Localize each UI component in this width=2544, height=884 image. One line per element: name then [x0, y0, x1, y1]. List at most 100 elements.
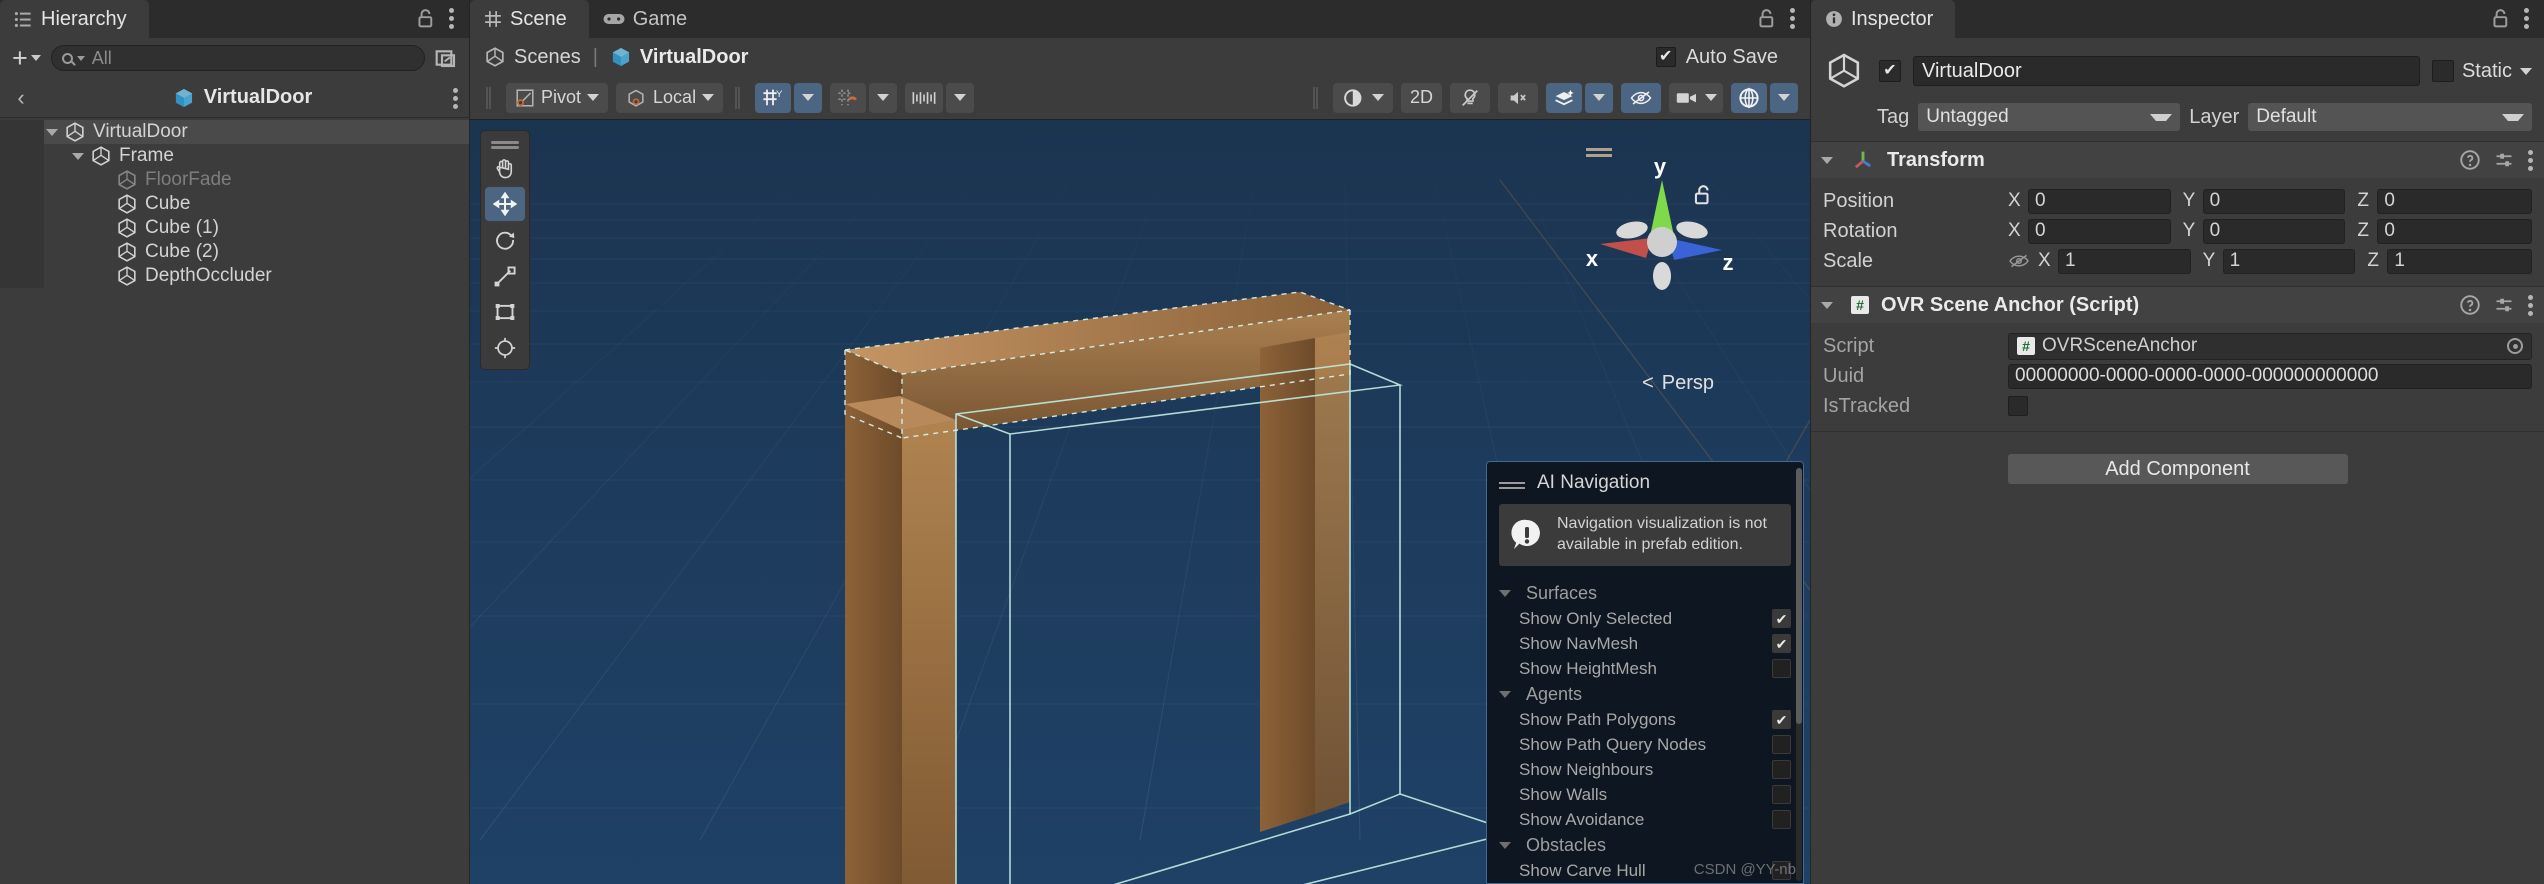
tab-inspector[interactable]: Inspector	[1811, 0, 1956, 38]
foldout-triangle-icon[interactable]	[1821, 301, 1833, 309]
script-object-field[interactable]: # OVRSceneAnchor	[2008, 332, 2532, 360]
auto-save-checkbox[interactable]	[1655, 47, 1676, 67]
pivot-mode-button[interactable]: Pivot	[506, 82, 609, 113]
foldout-triangle-icon[interactable]	[1499, 842, 1511, 849]
foldout-triangle-icon[interactable]	[1499, 691, 1511, 698]
breadcrumb-current[interactable]: VirtualDoor	[610, 46, 748, 69]
open-prefab-icon[interactable]	[431, 45, 461, 71]
ai-option-checkbox[interactable]	[1772, 609, 1791, 628]
grid-visibility-button[interactable]: Y	[755, 82, 792, 113]
scale-x-input[interactable]: 1	[2058, 248, 2191, 274]
gameobject-enabled-checkbox[interactable]	[1879, 60, 1901, 82]
ai-option-checkbox[interactable]	[1772, 735, 1791, 754]
ai-option-show-only-selected[interactable]: Show Only Selected	[1487, 606, 1803, 631]
preset-icon[interactable]	[2494, 150, 2514, 170]
prefab-back-button[interactable]: ‹	[10, 85, 32, 111]
scene-fx-button[interactable]	[1546, 82, 1582, 113]
ai-option-checkbox[interactable]	[1772, 760, 1791, 779]
search-input[interactable]: All	[50, 45, 425, 71]
istracked-checkbox[interactable]	[2008, 396, 2028, 416]
scale-tool-button[interactable]	[485, 259, 525, 293]
ai-option-show-heightmesh[interactable]: Show HeightMesh	[1487, 656, 1803, 681]
scene-lock-icon[interactable]	[1757, 8, 1776, 29]
position-y-input[interactable]: 0	[2202, 188, 2346, 214]
rotation-y-input[interactable]: 0	[2202, 218, 2346, 244]
gizmos-toggle-button[interactable]	[1731, 82, 1767, 113]
prefab-menu-icon[interactable]	[453, 86, 459, 110]
rect-tool-button[interactable]	[485, 295, 525, 329]
scene-orientation-gizmo[interactable]: y x z	[1570, 138, 1750, 318]
projection-mode-label[interactable]: < Persp	[1642, 372, 1714, 395]
tag-dropdown[interactable]: Untagged	[1918, 103, 2181, 131]
lock-icon[interactable]	[416, 8, 435, 29]
hierarchy-item-virtualdoor[interactable]: VirtualDoor	[0, 120, 469, 144]
ruler-button[interactable]	[905, 82, 944, 113]
handle-orientation-button[interactable]: Local	[616, 82, 724, 113]
hierarchy-item-frame[interactable]: Frame	[0, 144, 469, 168]
gameobject-name-input[interactable]: VirtualDoor	[1913, 56, 2420, 86]
gizmo-drag-handle[interactable]	[1586, 148, 1612, 151]
scene-audio-toggle[interactable]	[1498, 82, 1538, 113]
preset-icon[interactable]	[2494, 295, 2514, 315]
hand-tool-button[interactable]	[485, 151, 525, 185]
create-object-button[interactable]: +	[8, 44, 45, 72]
rotation-z-input[interactable]: 0	[2377, 218, 2533, 244]
hidden-objects-toggle[interactable]	[1621, 82, 1661, 113]
ai-option-checkbox[interactable]	[1772, 810, 1791, 829]
rotation-x-input[interactable]: 0	[2028, 218, 2171, 244]
2d-toggle-button[interactable]: 2D	[1400, 82, 1442, 113]
inspector-lock-icon[interactable]	[2491, 8, 2510, 29]
overlay-drag-handle[interactable]	[1499, 482, 1525, 485]
tab-hierarchy[interactable]: Hierarchy	[0, 0, 149, 38]
scale-z-input[interactable]: 1	[2387, 248, 2533, 274]
overlay-scrollbar[interactable]	[1796, 468, 1802, 881]
component-menu-icon[interactable]	[2528, 148, 2534, 172]
position-x-input[interactable]: 0	[2028, 188, 2171, 214]
auto-save-toggle[interactable]: Auto Save	[1655, 46, 1796, 69]
ai-section-agents[interactable]: Agents	[1487, 681, 1803, 707]
foldout-triangle-icon[interactable]	[1821, 156, 1833, 164]
ai-option-show-neighbours[interactable]: Show Neighbours	[1487, 757, 1803, 782]
inspector-menu-icon[interactable]	[2524, 6, 2530, 30]
constrain-proportions-icon[interactable]	[2008, 253, 2030, 269]
ai-section-surfaces[interactable]: Surfaces	[1487, 580, 1803, 606]
component-transform-header[interactable]: Transform	[1811, 142, 2544, 178]
help-icon[interactable]	[2460, 295, 2480, 315]
ai-option-checkbox[interactable]	[1772, 710, 1791, 729]
grid-options-dropdown[interactable]	[794, 82, 823, 113]
scene-fx-dropdown[interactable]	[1585, 82, 1613, 113]
scene-viewport[interactable]: y x z < Persp AI Navigation Navigation v…	[470, 120, 1810, 884]
ai-option-checkbox[interactable]	[1772, 659, 1791, 678]
hierarchy-item-cube-1[interactable]: Cube (1)	[0, 216, 469, 240]
layer-dropdown[interactable]: Default	[2248, 103, 2532, 131]
hierarchy-item-cube-2[interactable]: Cube (2)	[0, 240, 469, 264]
gizmos-dropdown[interactable]	[1770, 82, 1798, 113]
search-mode-chevron-icon[interactable]	[76, 55, 85, 61]
ai-navigation-header[interactable]: AI Navigation	[1487, 470, 1803, 504]
static-checkbox[interactable]	[2431, 60, 2454, 82]
position-z-input[interactable]: 0	[2377, 188, 2533, 214]
component-menu-icon[interactable]	[2528, 293, 2534, 317]
add-component-button[interactable]: Add Component	[2007, 454, 2348, 484]
component-ovr-scene-anchor-header[interactable]: # OVR Scene Anchor (Script)	[1811, 287, 2544, 323]
tab-scene[interactable]: Scene	[470, 0, 589, 38]
foldout-expanded-icon[interactable]	[72, 152, 84, 160]
grid-snap-button[interactable]	[830, 82, 867, 113]
help-icon[interactable]	[2460, 150, 2480, 170]
scene-lighting-toggle[interactable]	[1450, 82, 1490, 113]
gizmo-lock-icon[interactable]	[1692, 184, 1712, 211]
scale-y-input[interactable]: 1	[2222, 248, 2356, 274]
hierarchy-item-cube[interactable]: Cube	[0, 192, 469, 216]
scene-menu-icon[interactable]	[1790, 6, 1796, 30]
ai-option-show-walls[interactable]: Show Walls	[1487, 782, 1803, 807]
ai-section-obstacles[interactable]: Obstacles	[1487, 832, 1803, 858]
ruler-dropdown[interactable]	[946, 82, 975, 113]
foldout-triangle-icon[interactable]	[1499, 590, 1511, 597]
ai-option-show-avoidance[interactable]: Show Avoidance	[1487, 807, 1803, 832]
hierarchy-menu-icon[interactable]	[449, 6, 455, 30]
foldout-expanded-icon[interactable]	[46, 128, 58, 136]
hierarchy-item-depthoccluder[interactable]: DepthOccluder	[0, 264, 469, 288]
grid-snap-dropdown[interactable]	[869, 82, 898, 113]
hierarchy-item-floorfade[interactable]: FloorFade	[0, 168, 469, 192]
static-dropdown-chevron-icon[interactable]	[2520, 67, 2532, 75]
